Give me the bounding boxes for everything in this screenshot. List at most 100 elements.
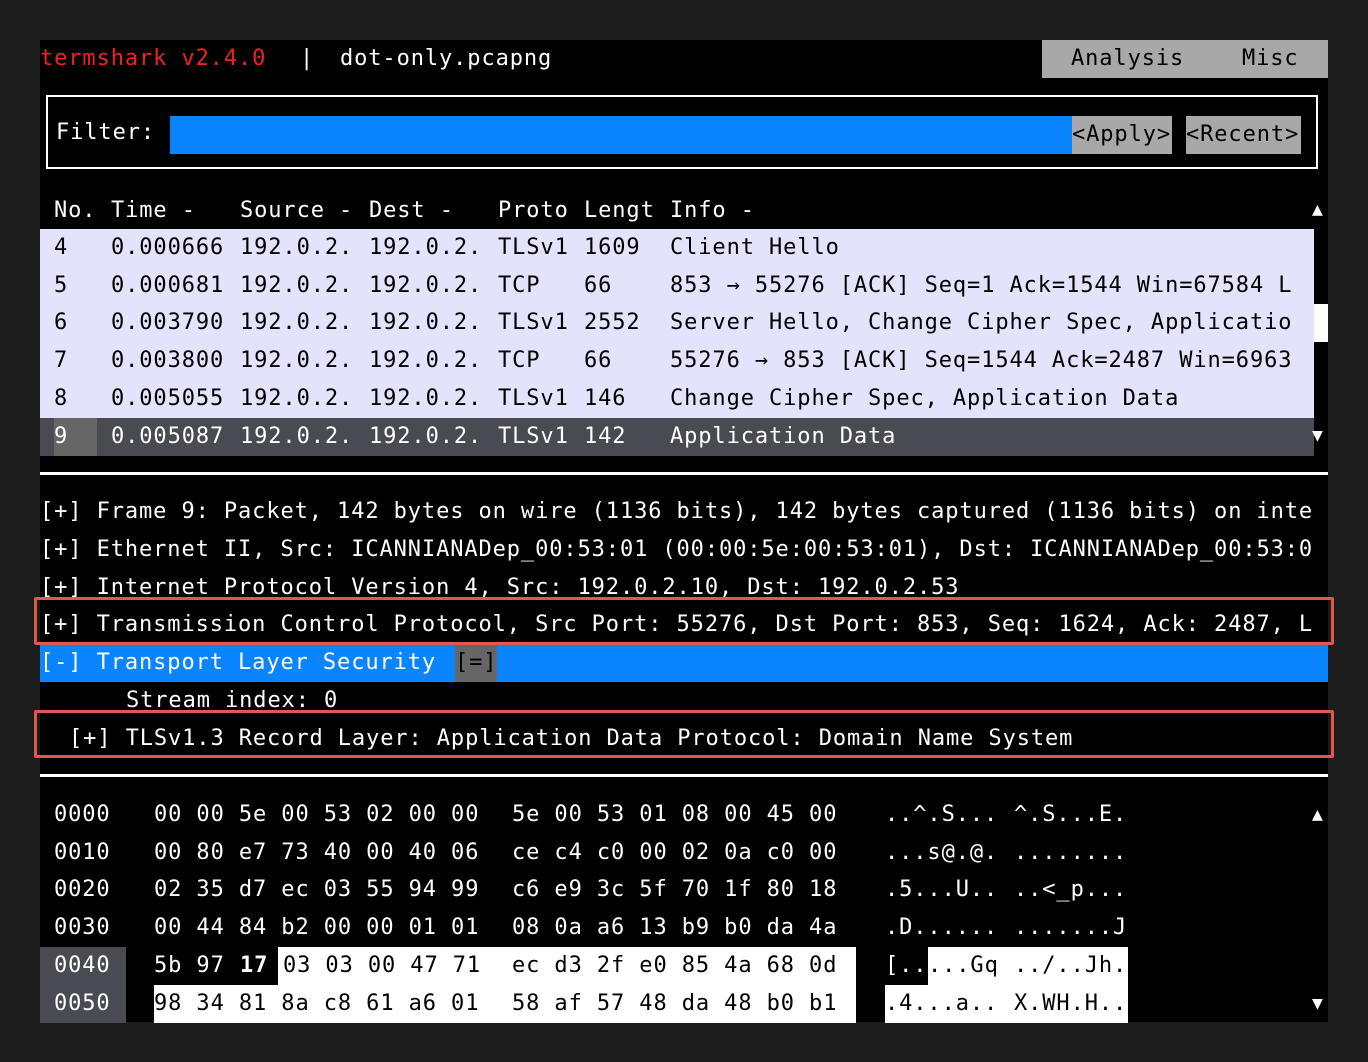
packet-row[interactable]: 6 0.003790 192.0.2. 192.0.2. TLSv1 2552 … (40, 304, 1314, 342)
hex-ascii[interactable]: ..<_p... (1014, 871, 1127, 909)
column-proto[interactable]: Proto (498, 192, 569, 230)
hex-bytes[interactable]: 00 44 84 b2 00 00 01 01 (154, 909, 479, 947)
hex-bytes[interactable]: 02 35 d7 ec 03 55 94 99 (154, 871, 479, 909)
menu-analysis[interactable]: Analysis (1071, 40, 1184, 78)
hex-ascii[interactable]: ^.S...E. (1014, 796, 1127, 834)
terminal-window: termshark v2.4.0 | dot-only.pcapng Analy… (34, 40, 1334, 1023)
hex-bytes[interactable]: 00 80 e7 73 40 00 40 06 (154, 834, 479, 872)
hex-offset: 0000 (54, 802, 111, 827)
packet-length: 2552 (584, 310, 641, 335)
filter-label: Filter: (56, 120, 156, 145)
apply-button[interactable]: <Apply> (1072, 116, 1172, 154)
app-title: termshark v2.4.0 (40, 46, 267, 71)
packet-time: 0.005087 (111, 424, 225, 449)
packet-no: 7 (54, 348, 69, 373)
packet-no: 6 (54, 310, 69, 335)
packet-proto: TCP (498, 273, 541, 298)
packet-proto: TLSv1 (498, 310, 569, 335)
tree-frame[interactable]: [+] Frame 9: Packet, 142 bytes on wire (… (40, 493, 1313, 531)
packet-proto: TCP (498, 348, 541, 373)
packet-time: 0.000681 (111, 273, 225, 298)
hex-bytes[interactable]: c6 e9 3c 5f 70 1f 80 18 (512, 871, 837, 909)
packet-source: 192.0.2. (240, 386, 354, 411)
hex-ascii[interactable]: [.. (885, 947, 927, 985)
hex-bytes[interactable]: 03 03 00 47 71 (283, 947, 481, 985)
hex-ascii[interactable]: .5...U.. (885, 871, 998, 909)
hex-ascii[interactable]: ...s@.@. (885, 834, 998, 872)
packet-info: Change Cipher Spec, Application Data (670, 386, 1180, 411)
packet-row[interactable]: 5 0.000681 192.0.2. 192.0.2. TCP 66 853 … (40, 267, 1314, 305)
hex-ascii[interactable]: .4...a.. (885, 985, 998, 1023)
packet-source: 192.0.2. (240, 235, 354, 260)
packet-dest: 192.0.2. (369, 386, 483, 411)
hex-bytes[interactable]: 08 0a a6 13 b9 b0 da 4a (512, 909, 837, 947)
packet-no: 8 (54, 386, 69, 411)
column-length[interactable]: Lengt (584, 192, 655, 230)
hex-bytes[interactable]: ce c4 c0 00 02 0a c0 00 (512, 834, 837, 872)
packet-time: 0.000666 (111, 235, 225, 260)
packet-source: 192.0.2. (240, 273, 354, 298)
hex-bytes[interactable]: 58 af 57 48 da 48 b0 b1 (512, 985, 837, 1023)
column-dest[interactable]: Dest - (369, 192, 454, 230)
hex-bytes[interactable]: ec d3 2f e0 85 4a 68 0d (512, 947, 837, 985)
hex-offset: 0030 (54, 915, 111, 940)
packet-dest: 192.0.2. (369, 310, 483, 335)
hex-ascii[interactable]: .D...... (885, 909, 998, 947)
hex-offset: 0020 (54, 877, 111, 902)
packet-no: 4 (54, 235, 69, 260)
hex-bytes[interactable]: 5b 97 (154, 947, 225, 985)
packet-proto: TLSv1 (498, 386, 569, 411)
hex-scroll-down-icon[interactable]: ▼ (1312, 985, 1324, 1023)
menu-misc[interactable]: Misc (1242, 40, 1299, 78)
tree-tls[interactable]: [-] Transport Layer Security (40, 644, 436, 682)
hex-ascii[interactable]: ..^.S... (885, 796, 998, 834)
column-source[interactable]: Source - (240, 192, 353, 230)
packet-info: 55276 → 853 [ACK] Seq=1544 Ack=2487 Win=… (670, 348, 1293, 373)
hex-ascii[interactable]: .......J (1014, 909, 1127, 947)
scroll-up-icon[interactable]: ▲ (1312, 191, 1324, 229)
scroll-down-icon[interactable]: ▼ (1312, 417, 1324, 455)
packet-info: 853 → 55276 [ACK] Seq=1 Ack=1544 Win=675… (670, 273, 1293, 298)
hex-bytes[interactable]: 98 34 81 8a c8 61 a6 01 (154, 985, 479, 1023)
column-info[interactable]: Info - (670, 192, 755, 230)
filter-box: Filter: <Apply> <Recent> (46, 95, 1318, 169)
hex-ascii[interactable]: ........ (1014, 834, 1127, 872)
packet-length: 66 (584, 273, 613, 298)
packet-row[interactable]: 4 0.000666 192.0.2. 192.0.2. TLSv1 1609 … (40, 229, 1314, 267)
pane-divider[interactable] (40, 774, 1328, 777)
filter-input[interactable] (170, 116, 1072, 154)
packet-length: 66 (584, 348, 613, 373)
packet-dest: 192.0.2. (369, 235, 483, 260)
hex-byte-cursor[interactable]: 17 (240, 947, 268, 985)
column-time[interactable]: Time - (111, 192, 196, 230)
packet-no: 5 (54, 273, 69, 298)
hex-bytes[interactable]: 5e 00 53 01 08 00 45 00 (512, 796, 837, 834)
packet-length: 1609 (584, 235, 641, 260)
packet-time: 0.005055 (111, 386, 225, 411)
hex-scroll-up-icon[interactable]: ▲ (1312, 796, 1324, 834)
recent-button[interactable]: <Recent> (1186, 116, 1301, 154)
packet-length: 142 (584, 424, 627, 449)
hex-ascii[interactable]: ../..Jh. (1014, 947, 1127, 985)
packet-dest: 192.0.2. (369, 348, 483, 373)
packet-info: Application Data (670, 424, 897, 449)
packet-row[interactable]: 7 0.003800 192.0.2. 192.0.2. TCP 66 5527… (40, 342, 1314, 380)
packet-list-scrollbar-thumb[interactable] (1314, 304, 1328, 342)
file-name: dot-only.pcapng (340, 46, 553, 71)
packet-time: 0.003800 (111, 348, 225, 373)
pane-divider[interactable] (40, 472, 1328, 475)
hex-bytes[interactable]: 00 00 5e 00 53 02 00 00 (154, 796, 479, 834)
hex-ascii[interactable]: ...Gq (928, 947, 999, 985)
column-no[interactable]: No. (54, 192, 96, 230)
packet-source: 192.0.2. (240, 424, 354, 449)
tree-tls-selected[interactable]: [-] Transport Layer Security [=] (40, 644, 1328, 682)
hex-offset: 0010 (54, 840, 111, 865)
packet-source: 192.0.2. (240, 310, 354, 335)
packet-source: 192.0.2. (240, 348, 354, 373)
menu-bar: Analysis Misc (1042, 40, 1328, 78)
packet-row[interactable]: 8 0.005055 192.0.2. 192.0.2. TLSv1 146 C… (40, 380, 1314, 418)
hex-ascii[interactable]: X.WH.H.. (1014, 985, 1127, 1023)
expand-all-button[interactable]: [=] (455, 644, 497, 682)
tree-ethernet[interactable]: [+] Ethernet II, Src: ICANNIANADep_00:53… (40, 531, 1313, 569)
packet-row-selected[interactable]: 9 0.005087 192.0.2. 192.0.2. TLSv1 142 A… (40, 418, 1314, 456)
